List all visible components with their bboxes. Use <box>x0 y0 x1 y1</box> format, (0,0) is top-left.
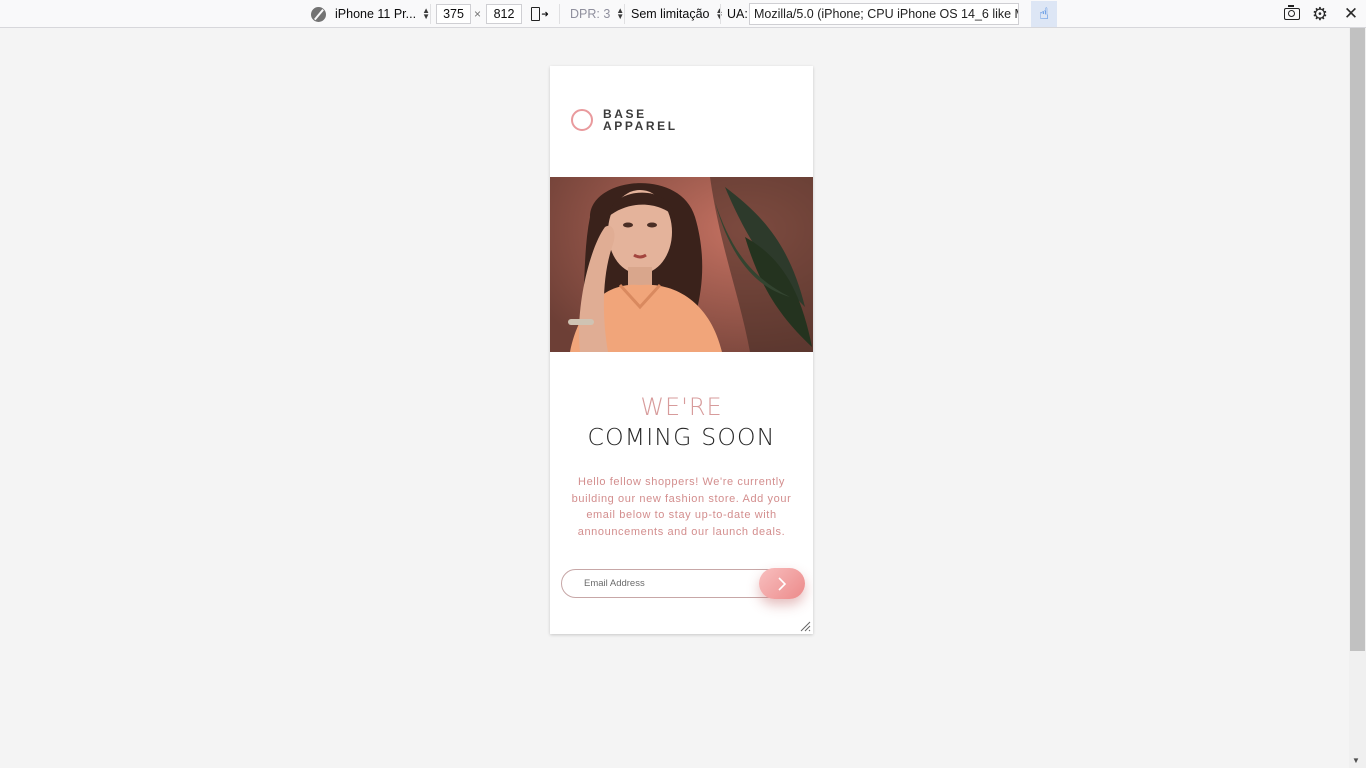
responsive-design-toolbar: iPhone 11 Pr... ▲ ▼ 375 × 812 ➜ DPR: 3 ▲ ▼… <box>0 0 1366 28</box>
logo-line-2: APPAREL <box>603 119 678 133</box>
logo-circle-icon <box>571 109 593 131</box>
settings-button[interactable]: ⚙ <box>1310 4 1330 24</box>
user-agent-label: UA: <box>727 7 748 21</box>
heading-main: COMING SOON <box>587 423 776 451</box>
scrollbar-thumb[interactable] <box>1350 28 1365 651</box>
device-selector[interactable]: iPhone 11 Pr... ▲ ▼ <box>335 0 430 28</box>
dimension-separator: × <box>474 7 482 21</box>
gear-icon: ⚙ <box>1311 3 1329 24</box>
heading-accent: WE'RE <box>640 393 723 421</box>
hero-photo-illustration <box>550 177 813 352</box>
scroll-down-arrow-icon[interactable]: ▼ <box>1352 756 1360 765</box>
divider <box>624 4 625 24</box>
user-agent-input[interactable]: Mozilla/5.0 (iPhone; CPU iPhone OS 14_6 … <box>749 3 1019 25</box>
rotate-icon <box>531 7 541 21</box>
device-icon <box>311 0 327 28</box>
viewport-height-input[interactable]: 812 <box>486 4 522 24</box>
chevron-right-icon <box>778 576 787 591</box>
signup-form: Email Address <box>561 568 805 599</box>
touch-simulation-button[interactable]: ☝ <box>1031 1 1057 27</box>
device-viewport: BASE APPAREL WE'RE COMING SOON Hello fel… <box>550 66 813 634</box>
touch-icon: ☝ <box>1039 6 1049 23</box>
rotate-viewport-button[interactable]: ➜ <box>531 0 549 28</box>
brand-logo[interactable]: BASE APPAREL <box>571 108 678 132</box>
close-rdm-button[interactable]: ✕ <box>1341 4 1361 24</box>
divider <box>720 4 721 24</box>
vertical-scrollbar[interactable]: ▼ <box>1349 28 1366 768</box>
network-throttling-selector[interactable]: Sem limitação ▲▼ <box>631 0 723 28</box>
hero-image <box>550 177 813 352</box>
divider <box>430 4 431 24</box>
dpr-selector[interactable]: DPR: 3 ▲ ▼ <box>570 0 624 28</box>
coming-soon-heading: WE'RE COMING SOON <box>550 394 813 454</box>
divider <box>559 4 560 24</box>
viewport-width-input[interactable]: 375 <box>436 4 471 24</box>
submit-button[interactable] <box>759 568 805 599</box>
resize-handle-icon[interactable] <box>800 621 811 632</box>
close-icon: ✕ <box>1343 4 1359 23</box>
throttling-label: Sem limitação <box>631 7 710 21</box>
camera-icon <box>1284 5 1300 20</box>
dpr-label: DPR: 3 <box>570 7 611 21</box>
email-field[interactable]: Email Address <box>561 569 791 598</box>
screenshot-button[interactable] <box>1282 4 1302 24</box>
device-name: iPhone 11 Pr... <box>335 7 417 21</box>
intro-text: Hello fellow shoppers! We're currently b… <box>571 476 792 539</box>
select-arrows-icon: ▲▼ <box>422 6 430 21</box>
